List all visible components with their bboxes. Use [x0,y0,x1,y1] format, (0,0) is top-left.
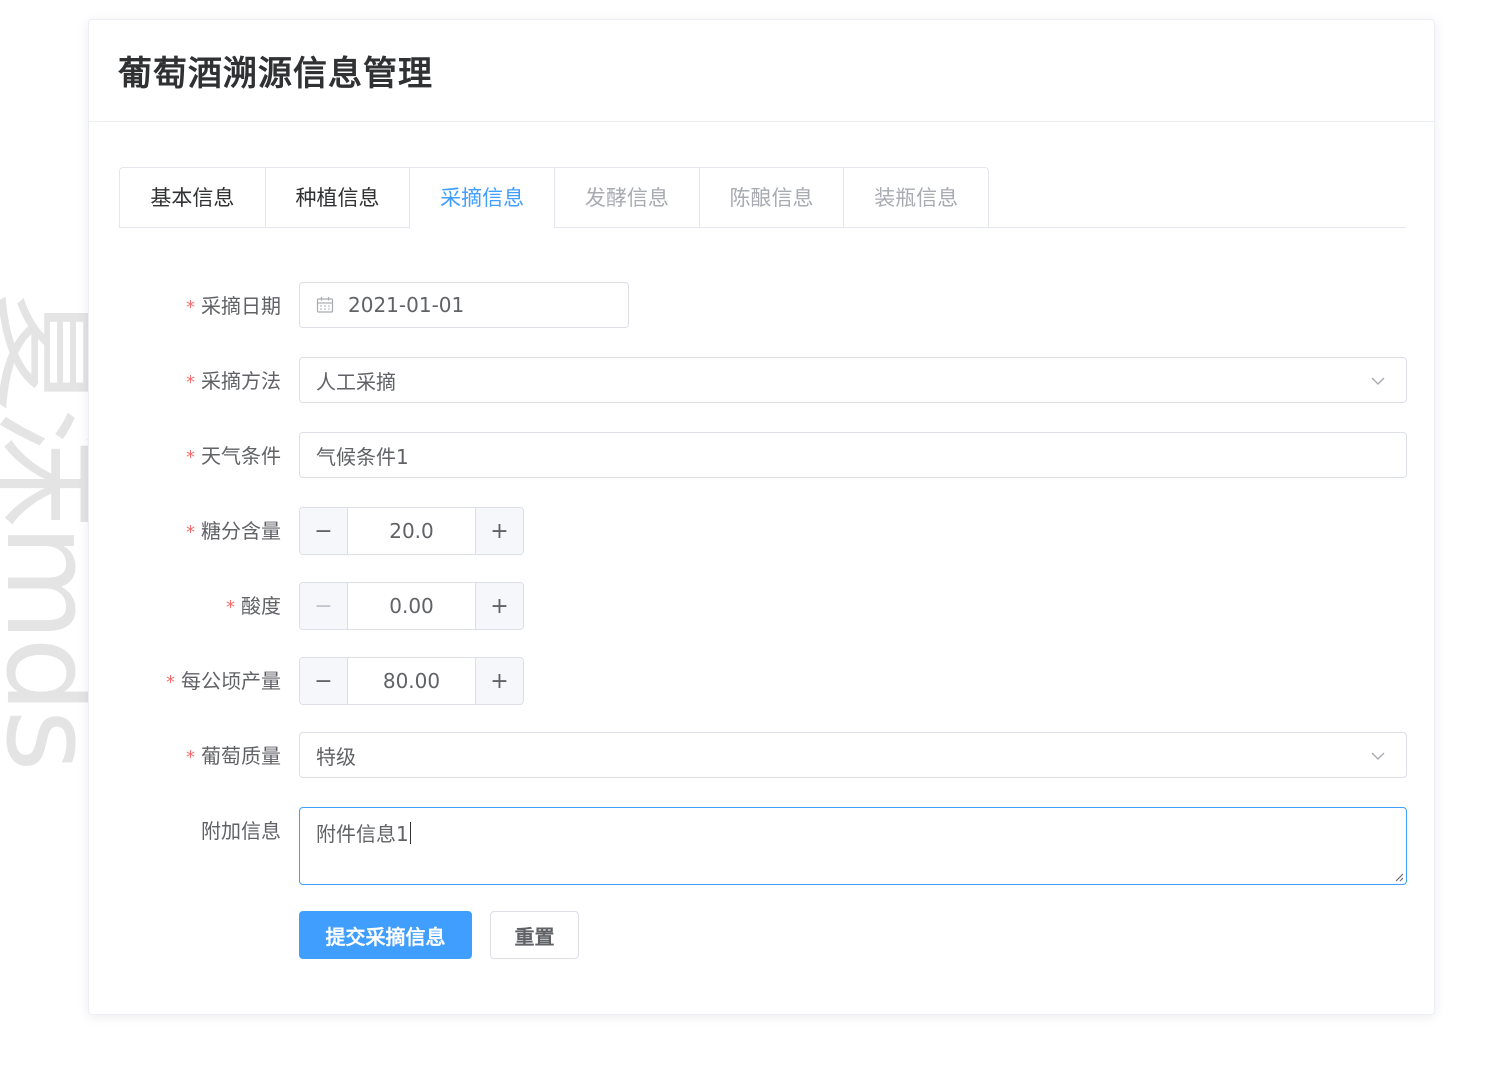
acidity-increase-button[interactable]: + [475,583,523,629]
chevron-down-icon [1371,377,1385,385]
yield-stepper: − 80.00 + [299,657,524,705]
harvest-method-value: 人工采摘 [316,369,396,394]
acidity-decrease-button[interactable]: − [300,583,348,629]
extra-info-textarea[interactable]: 附件信息1 [299,807,1407,885]
form-row-harvest-date: * 采摘日期 2021-01-01 [89,282,1434,330]
form-row-sugar: * 糖分含量 − 20.0 + [89,507,1434,555]
reset-button[interactable]: 重置 [490,911,579,959]
extra-info-label: 附加信息 [201,819,281,843]
form-row-weather: * 天气条件 气候条件1 [89,432,1434,480]
form-row-acidity: * 酸度 − 0.00 + [89,582,1434,630]
page: 夏沫mds 葡萄酒溯源信息管理 基本信息 种植信息 采摘信息 发酵信息 陈酿信息… [0,0,1506,1070]
form-row-harvest-method: * 采摘方法 人工采摘 [89,357,1434,405]
weather-value: 气候条件1 [316,444,409,469]
tab-list: 基本信息 种植信息 采摘信息 发酵信息 陈酿信息 装瓶信息 [119,167,989,229]
sugar-label: * 糖分含量 [186,519,281,543]
yield-label: * 每公顷产量 [166,669,281,693]
acidity-stepper: − 0.00 + [299,582,524,630]
tab-fermentation-info[interactable]: 发酵信息 [554,168,699,228]
tab-basic-info[interactable]: 基本信息 [120,168,265,228]
form-actions: 提交采摘信息 重置 [89,911,1434,959]
page-title: 葡萄酒溯源信息管理 [118,54,433,94]
harvest-method-label: * 采摘方法 [186,369,281,393]
chevron-down-icon [1371,752,1385,760]
card-header: 葡萄酒溯源信息管理 [89,20,1434,122]
sugar-value[interactable]: 20.0 [348,508,475,554]
sugar-decrease-button[interactable]: − [300,508,348,554]
harvest-date-picker[interactable]: 2021-01-01 [299,282,629,328]
quality-select[interactable]: 特级 [299,732,1407,778]
steps-tabs: 基本信息 种植信息 采摘信息 发酵信息 陈酿信息 装瓶信息 [119,167,1406,229]
yield-value[interactable]: 80.00 [348,658,475,704]
resize-handle-icon[interactable] [1394,872,1404,882]
tab-harvest-info[interactable]: 采摘信息 [409,168,555,229]
weather-input[interactable]: 气候条件1 [299,432,1407,478]
form-row-quality: * 葡萄质量 特级 [89,732,1434,780]
tab-planting-info[interactable]: 种植信息 [264,168,410,228]
harvest-method-select[interactable]: 人工采摘 [299,357,1407,403]
tab-bottling-info[interactable]: 装瓶信息 [843,168,988,228]
text-caret [409,822,411,844]
form-row-yield: * 每公顷产量 − 80.00 + [89,657,1434,705]
harvest-date-label: * 采摘日期 [186,294,281,318]
calendar-icon [316,297,334,313]
sugar-increase-button[interactable]: + [475,508,523,554]
acidity-value[interactable]: 0.00 [348,583,475,629]
form-card: 葡萄酒溯源信息管理 基本信息 种植信息 采摘信息 发酵信息 陈酿信息 装瓶信息 … [88,19,1435,1015]
tab-aging-info[interactable]: 陈酿信息 [698,168,844,228]
yield-decrease-button[interactable]: − [300,658,348,704]
submit-harvest-button[interactable]: 提交采摘信息 [299,911,472,959]
acidity-label: * 酸度 [226,594,281,618]
sugar-stepper: − 20.0 + [299,507,524,555]
extra-info-value: 附件信息1 [316,822,409,846]
required-mark: * [186,297,195,318]
form-row-extra-info: 附加信息 附件信息1 [89,807,1434,885]
quality-label: * 葡萄质量 [186,744,281,768]
yield-increase-button[interactable]: + [475,658,523,704]
quality-value: 特级 [316,744,356,769]
weather-label: * 天气条件 [186,444,281,468]
harvest-date-value: 2021-01-01 [348,293,465,317]
